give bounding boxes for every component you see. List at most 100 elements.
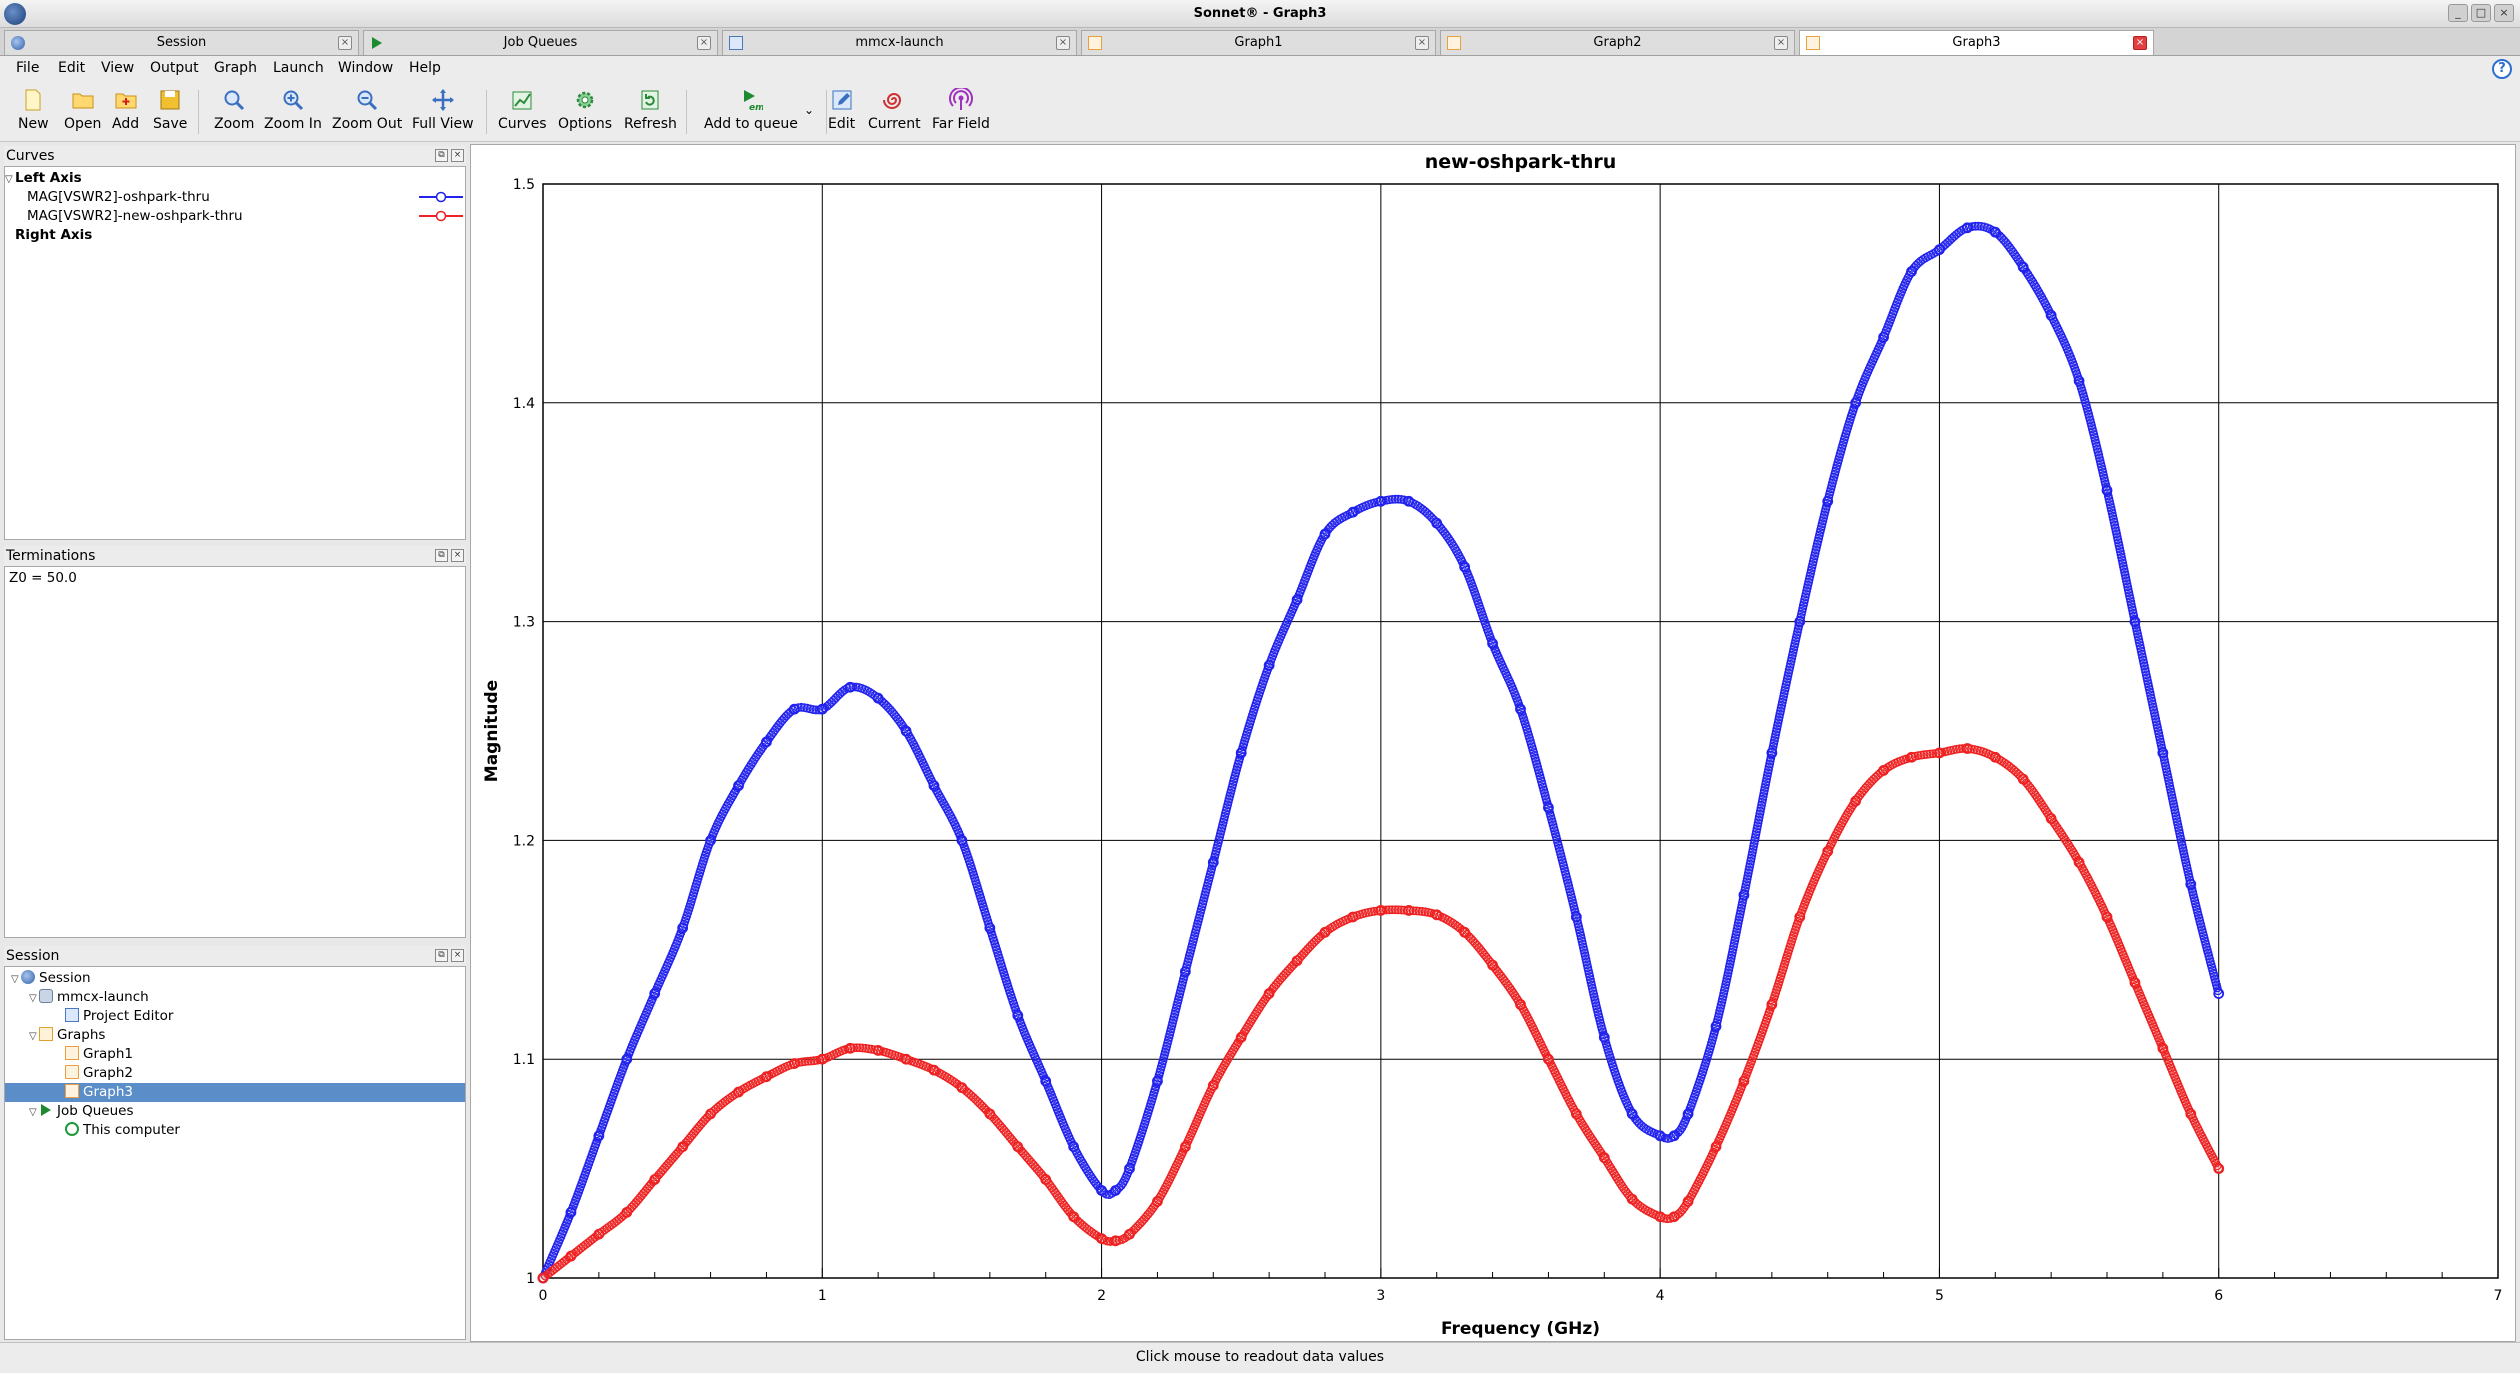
tree-session-root[interactable]: ▽ Session <box>5 969 465 988</box>
close-tab-icon[interactable]: × <box>1774 36 1788 50</box>
menu-window[interactable]: Window <box>338 60 393 76</box>
open-button[interactable]: Open <box>64 88 101 132</box>
graph-icon <box>65 1084 79 1098</box>
close-window-button[interactable]: × <box>2494 4 2514 22</box>
zoom-in-button[interactable]: Zoom In <box>264 88 322 132</box>
tab-label: Job Queues <box>503 35 578 50</box>
current-button[interactable]: Current <box>868 88 921 132</box>
close-tab-icon[interactable]: × <box>1056 36 1070 50</box>
close-tab-icon[interactable]: × <box>2133 36 2147 50</box>
undock-icon[interactable]: ⧉ <box>435 949 448 962</box>
curves-panel: Curves ⧉ × ▽ Left Axis MAG[VSWR2]-oshpark… <box>4 146 466 540</box>
tree-graphs[interactable]: ▽ Graphs <box>5 1026 465 1045</box>
expand-triangle-icon[interactable]: ▽ <box>5 170 15 189</box>
left-axis-node[interactable]: ▽ Left Axis <box>5 169 465 188</box>
x-tick-label: 7 <box>2494 1288 2503 1304</box>
far-field-button[interactable]: Far Field <box>932 88 990 132</box>
edit-icon <box>832 90 852 110</box>
menu-view[interactable]: View <box>101 60 134 76</box>
tree-graph3[interactable]: Graph3 <box>5 1083 465 1102</box>
toolbar-separator <box>198 90 199 134</box>
curve-item[interactable]: MAG[VSWR2]-new-oshpark-thru <box>5 207 465 226</box>
tab-mmcx-launch[interactable]: mmcx-launch × <box>722 30 1077 55</box>
terminations-panel-header: Terminations ⧉ × <box>4 546 466 566</box>
menu-bar: File Edit View Output Graph Launch Windo… <box>0 56 2520 80</box>
legend-swatch-red <box>419 210 463 222</box>
options-button[interactable]: Options <box>558 88 612 132</box>
session-icon <box>21 970 35 984</box>
plot-area <box>542 183 2499 1279</box>
menu-help[interactable]: Help <box>409 60 441 76</box>
tree-this-computer[interactable]: This computer <box>5 1121 465 1140</box>
edit-button[interactable]: Edit <box>828 88 855 132</box>
session-tree: ▽ Session ▽ mmcx-launch Project Editor ▽ Gr… <box>4 966 466 1340</box>
expand-triangle-icon[interactable]: ▽ <box>11 970 21 989</box>
add-to-queue-button[interactable]: em Add to queue <box>704 88 798 132</box>
add-folder-icon <box>115 93 137 109</box>
close-panel-icon[interactable]: × <box>451 549 464 562</box>
close-tab-icon[interactable]: × <box>697 36 711 50</box>
maximize-button[interactable]: □ <box>2471 4 2491 22</box>
close-tab-icon[interactable]: × <box>338 36 352 50</box>
curves-panel-header: Curves ⧉ × <box>4 146 466 166</box>
title-bar: Sonnet® - Graph3 _ □ × <box>0 0 2520 28</box>
tree-job-queues[interactable]: ▽ Job Queues <box>5 1102 465 1121</box>
tab-graph1[interactable]: Graph1 × <box>1081 30 1436 55</box>
terminations-panel: Terminations ⧉ × Z0 = 50.0 <box>4 546 466 938</box>
curves-button[interactable]: Curves <box>498 88 547 132</box>
close-panel-icon[interactable]: × <box>451 949 464 962</box>
right-axis-node[interactable]: Right Axis <box>5 226 465 245</box>
menu-file[interactable]: File <box>16 60 39 76</box>
x-tick-label: 3 <box>1376 1288 1385 1304</box>
expand-triangle-icon[interactable]: ▽ <box>29 989 39 1008</box>
close-tab-icon[interactable]: × <box>1415 36 1429 50</box>
full-view-button[interactable]: Full View <box>412 88 474 132</box>
minimize-button[interactable]: _ <box>2448 4 2468 22</box>
new-file-icon <box>25 89 41 111</box>
graph-icon <box>1088 36 1102 50</box>
menu-graph[interactable]: Graph <box>214 60 257 76</box>
legend-swatch-blue <box>419 191 463 203</box>
zoom-out-button[interactable]: Zoom Out <box>332 88 402 132</box>
panel-title: Session <box>6 948 60 964</box>
status-bar: Click mouse to readout data values <box>0 1342 2520 1373</box>
save-button[interactable]: Save <box>153 88 187 132</box>
current-spiral-icon <box>883 93 902 109</box>
tab-session[interactable]: Session × <box>4 30 359 55</box>
window-title: Sonnet® - Graph3 <box>1193 6 1327 21</box>
refresh-icon <box>641 90 659 110</box>
close-panel-icon[interactable]: × <box>451 149 464 162</box>
tree-graph1[interactable]: Graph1 <box>5 1045 465 1064</box>
toolbar-separator <box>686 90 687 134</box>
project-editor-icon <box>65 1008 79 1022</box>
undock-icon[interactable]: ⧉ <box>435 149 448 162</box>
magnifier-icon <box>224 90 245 111</box>
tab-graph3[interactable]: Graph3 × <box>1799 30 2154 55</box>
menu-edit[interactable]: Edit <box>58 60 85 76</box>
add-button[interactable]: Add <box>112 88 139 132</box>
tab-graph2[interactable]: Graph2 × <box>1440 30 1795 55</box>
tree-project[interactable]: ▽ mmcx-launch <box>5 988 465 1007</box>
help-icon[interactable]: ? <box>2492 59 2512 79</box>
check-circle-icon <box>65 1122 79 1136</box>
termination-value[interactable]: Z0 = 50.0 <box>5 569 465 588</box>
zoom-button[interactable]: Zoom <box>214 88 254 132</box>
expand-triangle-icon[interactable]: ▽ <box>29 1103 39 1122</box>
graph-canvas[interactable]: 0 1 2 3 4 5 6 7 1 1.1 1.2 1.3 1.4 1.5 new-oshpark-thru… <box>470 144 2516 1342</box>
refresh-button[interactable]: Refresh <box>624 88 677 132</box>
panel-title: Terminations <box>6 548 96 564</box>
menu-output[interactable]: Output <box>150 60 199 76</box>
menu-launch[interactable]: Launch <box>273 60 324 76</box>
open-folder-icon <box>72 93 94 109</box>
new-button[interactable]: New <box>18 88 49 132</box>
vswr-chart[interactable]: 0 1 2 3 4 5 6 711.11.21.31.41.5new-oshpark-thru… <box>471 145 2515 1341</box>
tree-project-editor[interactable]: Project Editor <box>5 1007 465 1026</box>
tree-graph2[interactable]: Graph2 <box>5 1064 465 1083</box>
x-tick-label: 4 <box>1656 1288 1665 1304</box>
undock-icon[interactable]: ⧉ <box>435 549 448 562</box>
expand-triangle-icon[interactable]: ▽ <box>29 1027 39 1046</box>
tab-job-queues[interactable]: Job Queues × <box>363 30 718 55</box>
add-to-queue-dropdown[interactable]: ⌄ <box>804 102 814 118</box>
curve-item[interactable]: MAG[VSWR2]-oshpark-thru <box>5 188 465 207</box>
tab-label: Session <box>156 35 207 50</box>
